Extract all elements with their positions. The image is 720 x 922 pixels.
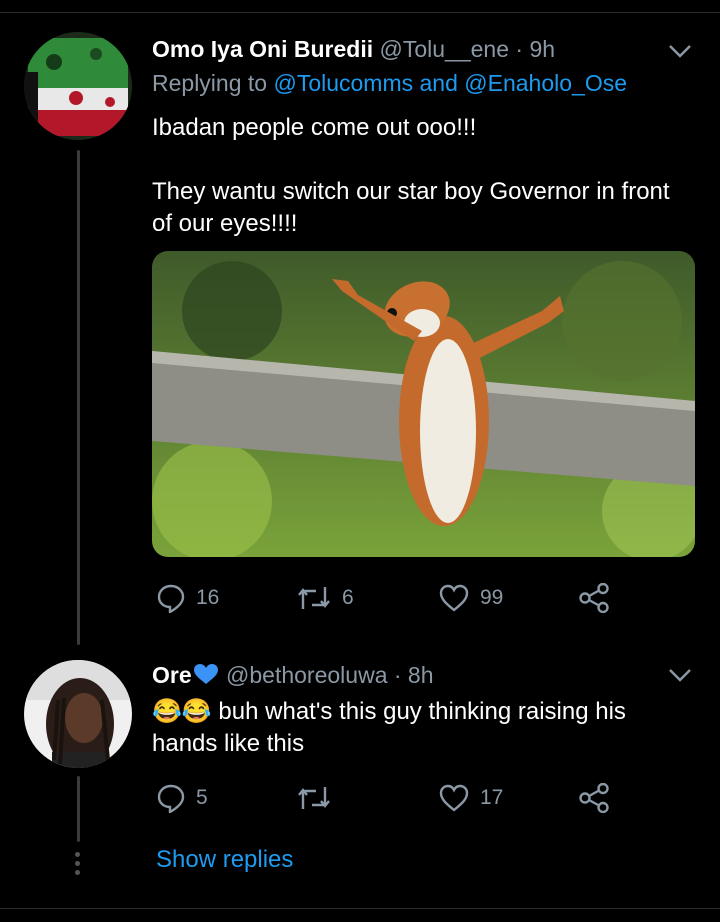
author-handle[interactable]: @bethoreoluwa bbox=[226, 662, 387, 688]
share-icon bbox=[579, 783, 609, 813]
replying-prefix: Replying to bbox=[152, 70, 274, 96]
tweet-time[interactable]: · 9h bbox=[515, 36, 555, 62]
retweet-count: 6 bbox=[342, 586, 354, 609]
share-button[interactable] bbox=[578, 783, 610, 813]
reply-count: 5 bbox=[196, 786, 208, 809]
tweet-text-line: 😂😂 buh what's this guy thinking raising … bbox=[152, 696, 626, 728]
tweet-image-squirrel[interactable] bbox=[152, 251, 695, 557]
reply-count: 16 bbox=[196, 586, 220, 609]
divider-top bbox=[0, 12, 720, 13]
retweet-icon bbox=[298, 587, 330, 609]
tweet-header: Omo Iya Oni Buredii @Tolu__ene · 9h bbox=[152, 36, 555, 63]
tweet-text-line: Ibadan people come out ooo!!! bbox=[152, 114, 477, 141]
share-icon bbox=[579, 583, 609, 613]
like-count: 17 bbox=[480, 786, 504, 809]
chevron-down-icon[interactable] bbox=[667, 38, 693, 64]
like-icon bbox=[439, 584, 469, 612]
tweet-text: 😂😂 buh what's this guy thinking raising … bbox=[152, 696, 626, 760]
like-button[interactable]: 99 bbox=[438, 583, 503, 613]
tweet-time[interactable]: · 8h bbox=[394, 662, 434, 688]
avatar[interactable] bbox=[24, 32, 132, 140]
laughing-emoji: 😂😂 bbox=[152, 698, 212, 725]
retweet-button[interactable]: 6 bbox=[296, 583, 354, 613]
author-handle[interactable]: @Tolu__ene bbox=[380, 36, 510, 62]
divider-bottom bbox=[0, 908, 720, 909]
retweet-button[interactable] bbox=[296, 783, 342, 813]
like-button[interactable]: 17 bbox=[438, 783, 503, 813]
chevron-down-icon[interactable] bbox=[667, 662, 693, 688]
reply-icon bbox=[157, 784, 185, 813]
avatar[interactable] bbox=[24, 660, 132, 768]
tweet-text-fragment: buh what's this guy thinking raising his bbox=[211, 698, 626, 725]
tweet-text: Ibadan people come out ooo!!! They wantu… bbox=[152, 112, 670, 240]
tweet-header: Ore @bethoreoluwa · 8h bbox=[152, 662, 434, 689]
retweet-icon bbox=[298, 787, 330, 809]
like-icon bbox=[439, 784, 469, 812]
verified-heart-icon bbox=[193, 664, 218, 684]
reply-button[interactable]: 5 bbox=[156, 783, 208, 813]
author-name[interactable]: Ore bbox=[152, 662, 192, 688]
like-count: 99 bbox=[480, 586, 504, 609]
thread-line bbox=[77, 776, 80, 842]
thread-more-dots bbox=[75, 852, 80, 879]
tweet-text-line: hands like this bbox=[152, 730, 305, 757]
replying-to: Replying to @Tolucomms and @Enaholo_Ose bbox=[152, 70, 627, 97]
tweet-text-line: They wantu switch our star boy Governor … bbox=[152, 178, 670, 205]
thread-line bbox=[77, 150, 80, 645]
reply-button[interactable]: 16 bbox=[156, 583, 219, 613]
share-button[interactable] bbox=[578, 583, 610, 613]
replying-users[interactable]: @Tolucomms and @Enaholo_Ose bbox=[273, 70, 627, 96]
tweet-text-line: of our eyes!!!! bbox=[152, 210, 298, 237]
reply-icon bbox=[157, 584, 185, 613]
author-name[interactable]: Omo Iya Oni Buredii bbox=[152, 36, 373, 62]
show-replies-link[interactable]: Show replies bbox=[156, 846, 293, 874]
